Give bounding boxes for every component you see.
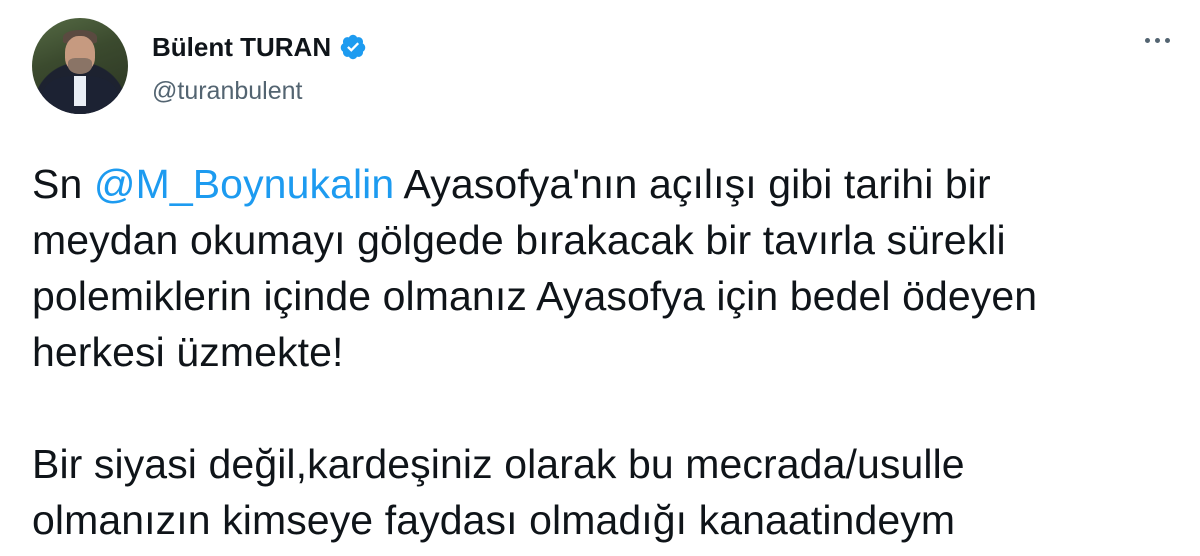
dot (1145, 38, 1150, 43)
more-options-ellipsis-icon[interactable] (1145, 38, 1170, 43)
author-handle[interactable]: @turanbulent (152, 76, 302, 106)
tweet-line: polemiklerin içinde olmanız Ayasofya içi… (32, 273, 1038, 319)
mention-link[interactable]: @M_Boynukalin (94, 161, 394, 207)
dot (1155, 38, 1160, 43)
author-avatar[interactable] (32, 18, 128, 114)
tweet-line: Sn @M_Boynukalin Ayasofya'nın açılışı gi… (32, 156, 1172, 212)
text-prefix: Sn (32, 161, 94, 207)
avatar-beard (68, 58, 92, 74)
tweet-line: Bir siyasi değil,kardeşiniz olarak bu me… (32, 441, 965, 487)
text-rest: Ayasofya'nın açılışı gibi tarihi bir (394, 161, 991, 207)
avatar-shirt (74, 76, 86, 106)
verified-badge-icon (340, 34, 366, 60)
author-display-name[interactable]: Bülent TURAN (152, 32, 367, 62)
tweet-line: olmanızın kimseye faydası olmadığı kanaa… (32, 497, 956, 543)
tweet-text: Sn @M_Boynukalin Ayasofya'nın açılışı gi… (32, 156, 1172, 548)
tweet-line: meydan okumayı gölgede bırakacak bir tav… (32, 217, 1006, 263)
tweet-line: herkesi üzmekte! (32, 329, 344, 375)
dot (1165, 38, 1170, 43)
author-name-text[interactable]: Bülent TURAN (152, 32, 331, 62)
